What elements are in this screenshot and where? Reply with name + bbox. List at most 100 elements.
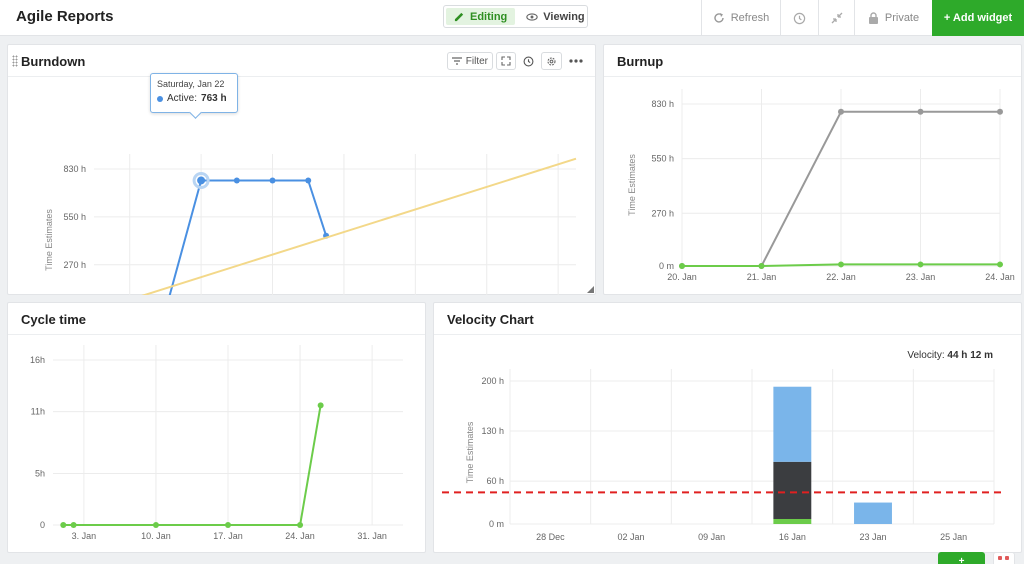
data-point [917, 261, 924, 268]
cycle-time-chart: 3. Jan 10. Jan 17. Jan 24. Jan 31. Jan 0 5h 11h… [30, 345, 403, 541]
widget-header: Velocity Chart [434, 303, 1021, 335]
drag-handle-icon[interactable] [12, 55, 18, 67]
burndown-widget: Burndown Filter 20. Jan22. Jan24. Jan26.… [7, 44, 596, 295]
filter-icon [451, 57, 462, 65]
filter-button[interactable]: Filter [446, 52, 493, 70]
data-point [305, 177, 312, 184]
burnup-widget: Burnup 20. Jan 21. Jan 22. Jan 23. Jan 24. J… [603, 44, 1022, 295]
filter-label: Filter [465, 55, 488, 67]
y-axis-label: Time Estimates [465, 421, 475, 483]
y-axis-label: Time Estimates [44, 209, 54, 271]
x-tick-label: 23 Jan [859, 532, 886, 542]
tooltip-series: Active: [167, 93, 198, 104]
y-tick-label: 0 [40, 520, 45, 530]
viewing-label: Viewing [543, 10, 585, 23]
expand-icon [501, 56, 511, 66]
bar-segment [773, 386, 812, 462]
private-button[interactable]: Private [854, 0, 932, 36]
x-tick-label: 24. Jan [285, 531, 315, 541]
more-icon [569, 59, 583, 63]
y-tick-label: 200 h [481, 376, 504, 386]
y-tick-label: 830 h [63, 164, 86, 174]
lock-icon [868, 12, 878, 24]
settings-button[interactable] [541, 52, 562, 70]
page-title: Agile Reports [16, 8, 114, 25]
viewing-mode-button[interactable]: Viewing [517, 6, 593, 27]
data-point [152, 522, 159, 528]
chart-tooltip: Saturday, Jan 22 Active: 763 h [150, 73, 238, 113]
private-label: Private [884, 12, 920, 24]
bar-segment [773, 461, 812, 519]
widget-header: Burnup [604, 45, 1021, 77]
refresh-button[interactable]: Refresh [701, 0, 780, 36]
editing-label: Editing [470, 10, 508, 23]
widget-title: Burndown [21, 54, 86, 69]
eye-icon [526, 12, 538, 21]
pencil-icon [454, 12, 464, 22]
y-tick-label: 5h [35, 468, 45, 478]
y-tick-label: 270 h [63, 260, 86, 270]
gear-icon [547, 56, 556, 66]
expand-button[interactable] [496, 52, 516, 70]
highlight-point [197, 176, 206, 185]
y-tick-label: 270 h [651, 208, 674, 218]
fullscreen-button[interactable] [818, 0, 854, 36]
refresh-icon [714, 13, 724, 23]
data-point [233, 177, 240, 184]
x-tick-label: 17. Jan [213, 531, 243, 541]
tooltip-date: Saturday, Jan 22 [157, 79, 225, 89]
y-tick-label: 830 h [651, 99, 674, 109]
y-tick-label: 60 h [486, 476, 504, 486]
plus-icon: + [958, 556, 965, 564]
x-tick-label: 02 Jan [617, 532, 644, 542]
x-tick-label: 24. Jan [985, 272, 1015, 282]
x-tick-label: 16 Jan [779, 532, 806, 542]
bar-segment [773, 518, 812, 524]
data-point [60, 522, 67, 528]
widget-toolbar: Filter [446, 52, 587, 70]
data-point [317, 402, 324, 409]
y-tick-label: 0 m [489, 519, 504, 529]
add-widget-button[interactable]: + Add widget [932, 0, 1024, 36]
top-bar: Agile Reports Editing Viewing Refresh Pr… [0, 0, 1024, 36]
y-axis-label: Time Estimates [627, 154, 637, 216]
burnup-chart: 20. Jan 21. Jan 22. Jan 23. Jan 24. Jan 0 m 27… [627, 89, 1015, 282]
widget-header: Burndown Filter [8, 45, 595, 77]
collapse-icon [831, 12, 842, 24]
x-tick-label: 22. Jan [826, 272, 856, 282]
apps-icon[interactable] [993, 552, 1015, 564]
velocity-chart: 0 m 60 h 130 h 200 h 28 Dec 02 Jan 09 Jan 16 Ja… [442, 369, 1004, 542]
y-tick-label: 16h [30, 355, 45, 365]
resize-handle[interactable] [587, 286, 594, 293]
widget-title: Burnup [617, 54, 664, 69]
x-tick-label: 23. Jan [906, 272, 936, 282]
add-task-button[interactable]: + [938, 552, 985, 564]
refresh-label: Refresh [730, 12, 770, 24]
data-point [225, 522, 231, 528]
x-tick-label: 31. Jan [357, 531, 387, 541]
topbar-actions: Refresh Private + Add widget [701, 0, 1024, 36]
data-point [70, 522, 77, 528]
widget-title: Velocity Chart [447, 312, 534, 327]
widget-header: Cycle time [8, 303, 425, 335]
data-point [758, 263, 765, 269]
clock-icon [523, 56, 534, 66]
y-tick-label: 11h [31, 407, 45, 417]
x-tick-label: 21. Jan [747, 272, 777, 282]
y-tick-label: 550 h [651, 154, 674, 164]
data-point [838, 108, 844, 115]
history-button[interactable] [780, 0, 818, 36]
widget-history-button[interactable] [519, 52, 538, 70]
editing-mode-button[interactable]: Editing [446, 8, 516, 25]
burndown-chart: 20. Jan22. Jan24. Jan26. Jan28. Jan30. J… [44, 154, 577, 295]
data-point [997, 108, 1003, 115]
data-point [269, 177, 276, 184]
series-line [63, 405, 322, 526]
mode-toggle: Editing Viewing [443, 5, 588, 28]
more-button[interactable] [565, 52, 587, 70]
tooltip-value: 763 h [201, 93, 227, 104]
clock-icon [793, 12, 806, 24]
tooltip-row: Active: 763 h [157, 93, 227, 104]
series-line [168, 179, 328, 295]
data-point [917, 108, 924, 115]
